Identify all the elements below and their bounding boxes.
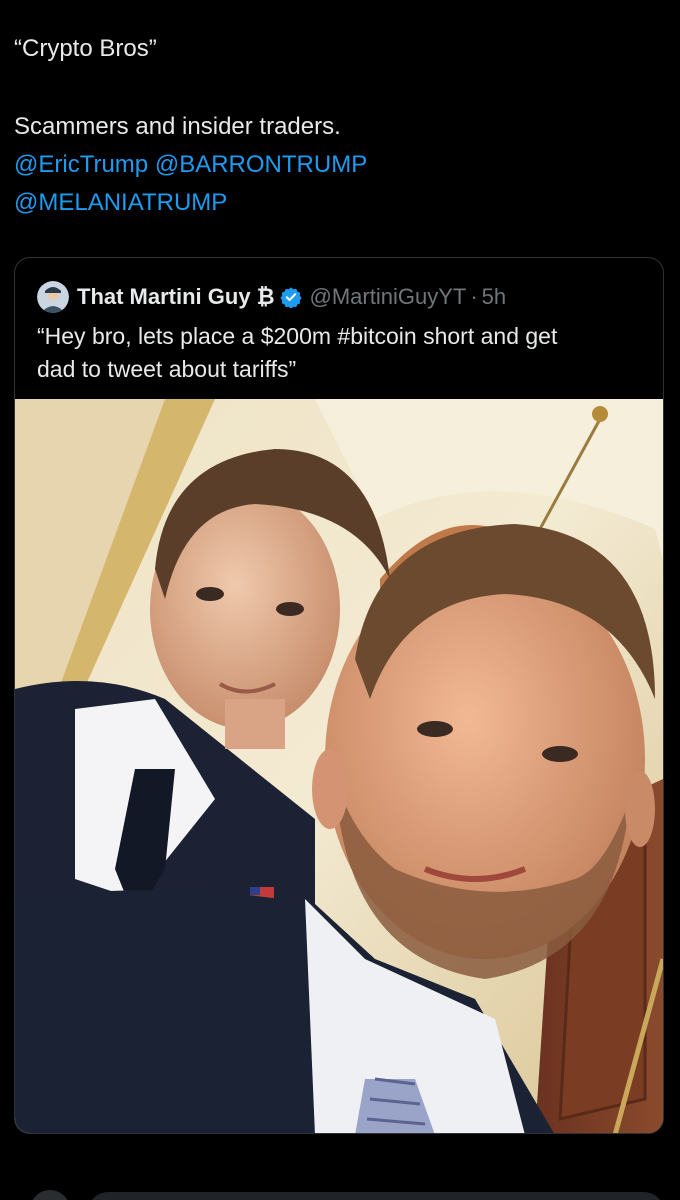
tweet-text-line: Scammers and insider traders. bbox=[14, 113, 341, 140]
mention-eric-trump[interactable]: @EricTrump bbox=[14, 151, 148, 178]
tweet-mentions-line-1: @EricTrump @BARRONTRUMP bbox=[14, 146, 664, 184]
quote-header: That Martini Guy ₿ @MartiniGuyYT · 5h bbox=[37, 280, 506, 314]
quote-author-avatar[interactable] bbox=[37, 281, 69, 313]
quote-author-handle[interactable]: @MartiniGuyYT bbox=[310, 284, 467, 310]
verified-badge-icon bbox=[279, 286, 302, 309]
selfie-photo bbox=[15, 399, 663, 1133]
quote-text: “Hey bro, lets place a $200m #bitcoin sh… bbox=[37, 320, 647, 386]
quote-text-line: dad to tweet about tariffs” bbox=[37, 356, 297, 382]
mention-barron-trump[interactable]: @BARRONTRUMP bbox=[155, 151, 367, 178]
user-avatar[interactable] bbox=[30, 1190, 70, 1200]
quote-media-photo[interactable] bbox=[15, 399, 663, 1133]
tweet-body: “Crypto Bros” Scammers and insider trade… bbox=[14, 30, 664, 222]
mention-melania-trump[interactable]: @MELANIATRUMP bbox=[14, 189, 227, 216]
tweet-mentions-line-2: @MELANIATRUMP bbox=[14, 184, 664, 222]
meta-separator: · bbox=[470, 284, 478, 309]
quote-tweet-card[interactable]: That Martini Guy ₿ @MartiniGuyYT · 5h “H… bbox=[14, 257, 664, 1134]
quote-author-name[interactable]: That Martini Guy bbox=[77, 284, 251, 310]
quote-text-line: “Hey bro, lets place a $200m #bitcoin sh… bbox=[37, 323, 558, 349]
tweet-screen: “Crypto Bros” Scammers and insider trade… bbox=[0, 0, 680, 1200]
quote-timestamp[interactable]: 5h bbox=[482, 284, 506, 310]
tweet-title-line: “Crypto Bros” bbox=[14, 35, 157, 62]
quote-author-name-symbol: ₿ bbox=[256, 284, 275, 309]
reply-input[interactable] bbox=[88, 1192, 664, 1200]
reply-bar bbox=[0, 1186, 680, 1200]
